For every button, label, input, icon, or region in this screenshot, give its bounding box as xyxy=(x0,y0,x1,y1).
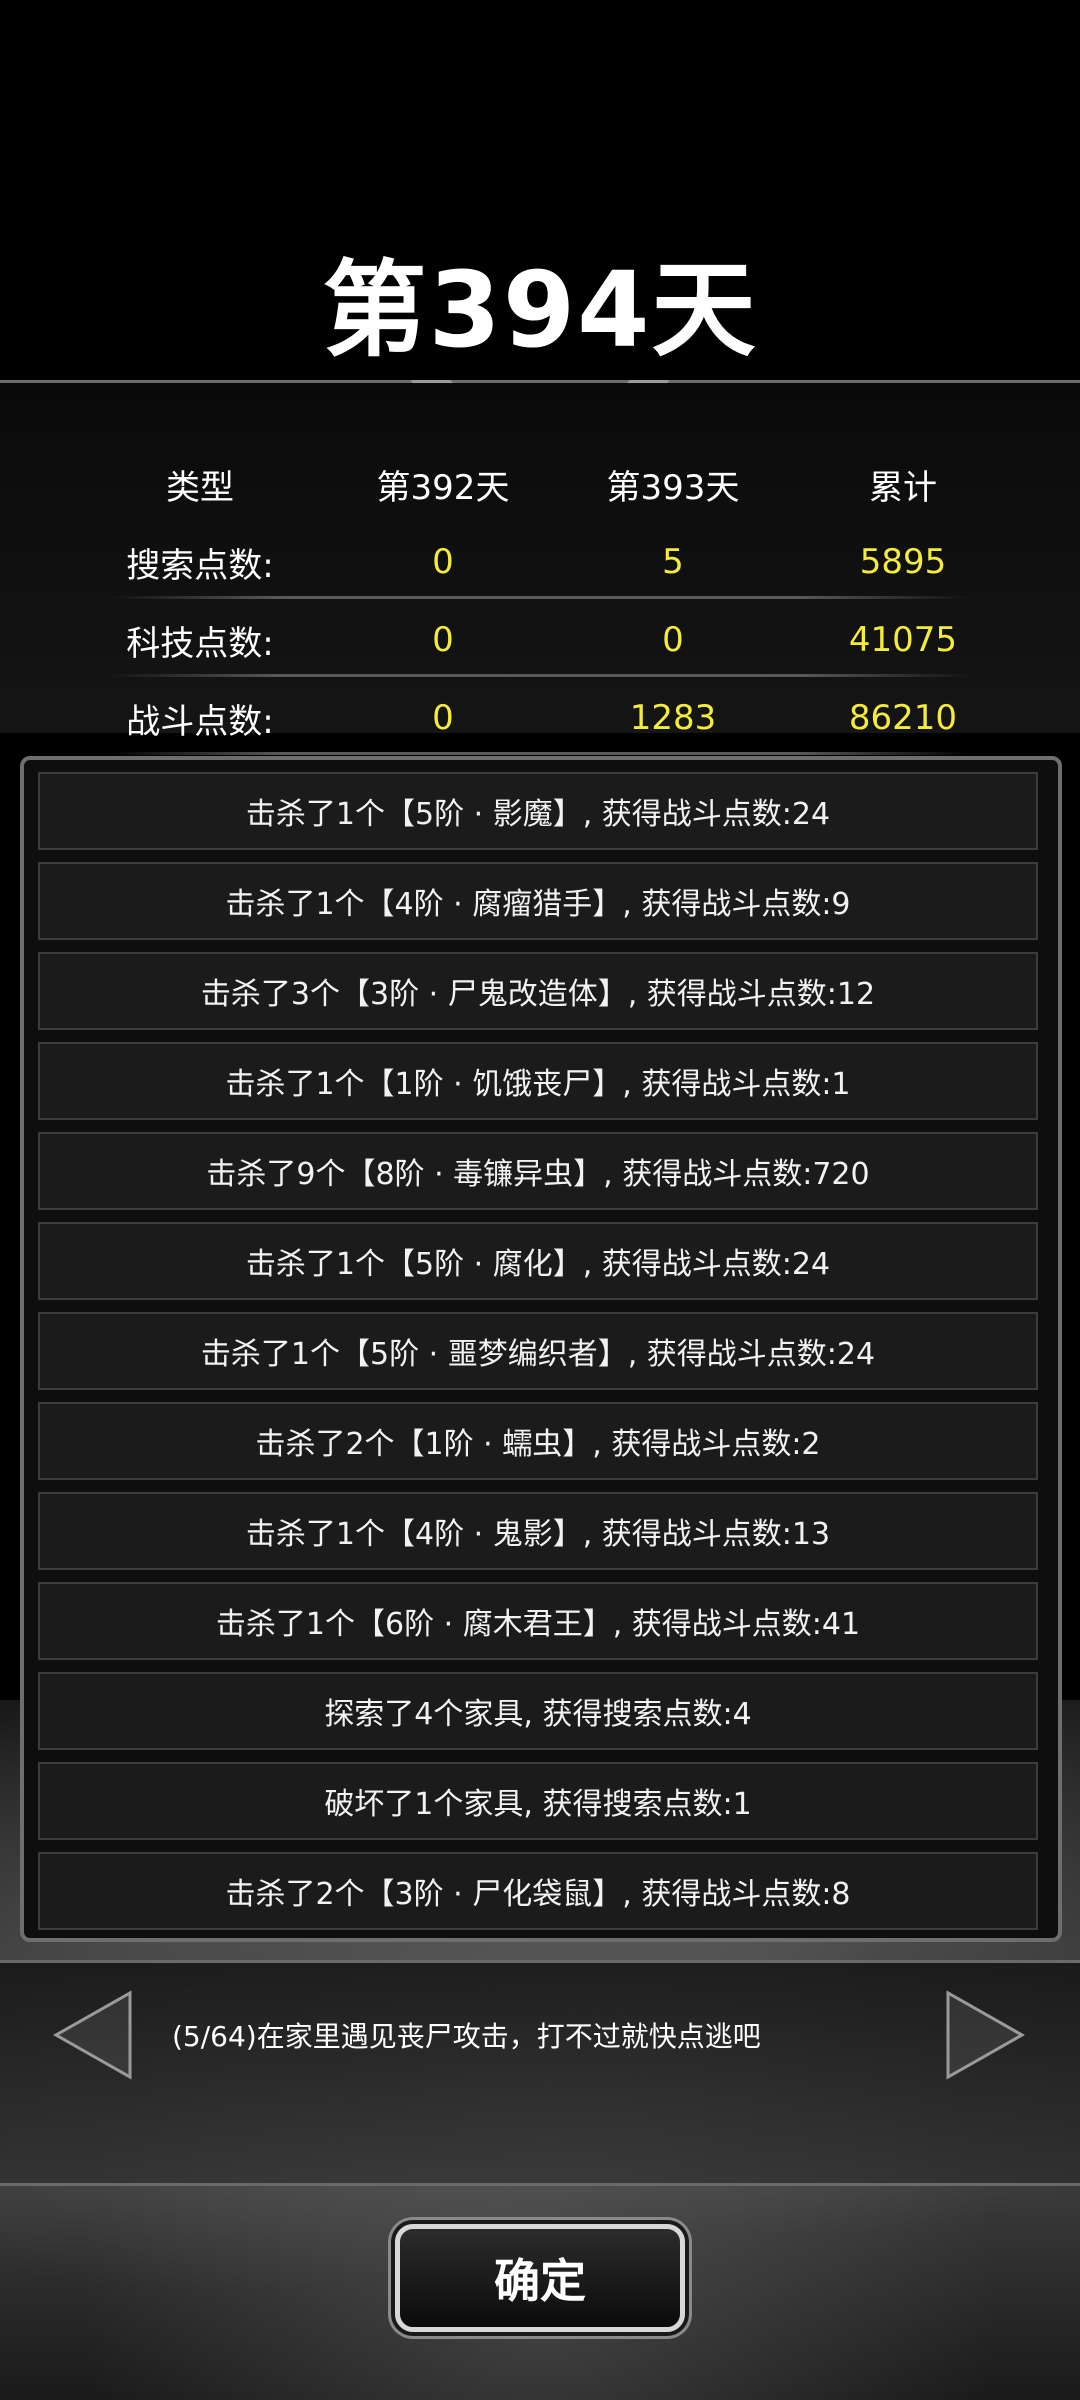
row-value-day392: 0 xyxy=(432,620,454,660)
header-total: 累计 xyxy=(869,467,937,508)
log-item: 击杀了1个【1阶 · 饥饿丧尸】, 获得战斗点数:1 xyxy=(38,1042,1038,1120)
log-item: 击杀了1个【5阶 · 噩梦编织者】, 获得战斗点数:24 xyxy=(38,1312,1038,1390)
log-item: 击杀了2个【1阶 · 蠕虫】, 获得战斗点数:2 xyxy=(38,1402,1038,1480)
row-value-total: 5895 xyxy=(859,542,947,582)
row-label: 搜索点数: xyxy=(126,545,274,586)
stats-row-search: 搜索点数: 0 5 5895 xyxy=(0,523,1080,601)
confirm-button[interactable]: 确定 xyxy=(395,2224,685,2332)
log-item: 击杀了1个【4阶 · 鬼影】, 获得战斗点数:13 xyxy=(38,1492,1038,1570)
row-value-day392: 0 xyxy=(432,542,454,582)
log-item: 击杀了3个【3阶 · 尸鬼改造体】, 获得战斗点数:12 xyxy=(38,952,1038,1030)
row-value-total: 41075 xyxy=(848,620,958,660)
header-day392: 第392天 xyxy=(376,467,510,508)
log-item: 击杀了1个【6阶 · 腐木君王】, 获得战斗点数:41 xyxy=(38,1582,1038,1660)
row-value-day393: 5 xyxy=(662,542,684,582)
log-item: 破坏了1个家具, 获得搜索点数:1 xyxy=(38,1762,1038,1840)
log-item: 击杀了1个【4阶 · 腐瘤猎手】, 获得战斗点数:9 xyxy=(38,862,1038,940)
log-item: 探索了4个家具, 获得搜索点数:4 xyxy=(38,1672,1038,1750)
row-value-day393: 1283 xyxy=(629,698,717,738)
row-value-total: 86210 xyxy=(848,698,958,738)
header-day393: 第393天 xyxy=(606,467,740,508)
log-item: 击杀了9个【8阶 · 毒镰异虫】, 获得战斗点数:720 xyxy=(38,1132,1038,1210)
row-label: 战斗点数: xyxy=(126,701,274,742)
tip-panel xyxy=(0,1960,1080,2186)
triangle-left-icon[interactable] xyxy=(48,1985,138,2085)
header-type: 类型 xyxy=(166,467,234,508)
row-value-day392: 0 xyxy=(432,698,454,738)
day-title: 第394天 xyxy=(322,249,758,371)
log-item: 击杀了2个【3阶 · 尸化袋鼠】, 获得战斗点数:8 xyxy=(38,1852,1038,1930)
row-label: 科技点数: xyxy=(126,623,274,664)
log-item: 击杀了1个【5阶 · 影魔】, 获得战斗点数:24 xyxy=(38,772,1038,850)
stats-row-tech: 科技点数: 0 0 41075 xyxy=(0,601,1080,679)
stats-header-row: 类型 第392天 第393天 累计 xyxy=(0,445,1080,523)
stats-table: 类型 第392天 第393天 累计 搜索点数: 0 5 5895 科技点数: 0… xyxy=(0,445,1080,757)
triangle-right-icon[interactable] xyxy=(940,1985,1030,2085)
stats-row-combat: 战斗点数: 0 1283 86210 xyxy=(0,679,1080,757)
log-item: 击杀了1个【5阶 · 腐化】, 获得战斗点数:24 xyxy=(38,1222,1038,1300)
row-value-day393: 0 xyxy=(662,620,684,660)
tip-text: (5/64)在家里遇见丧尸攻击，打不过就快点逃吧 xyxy=(172,2020,761,2053)
